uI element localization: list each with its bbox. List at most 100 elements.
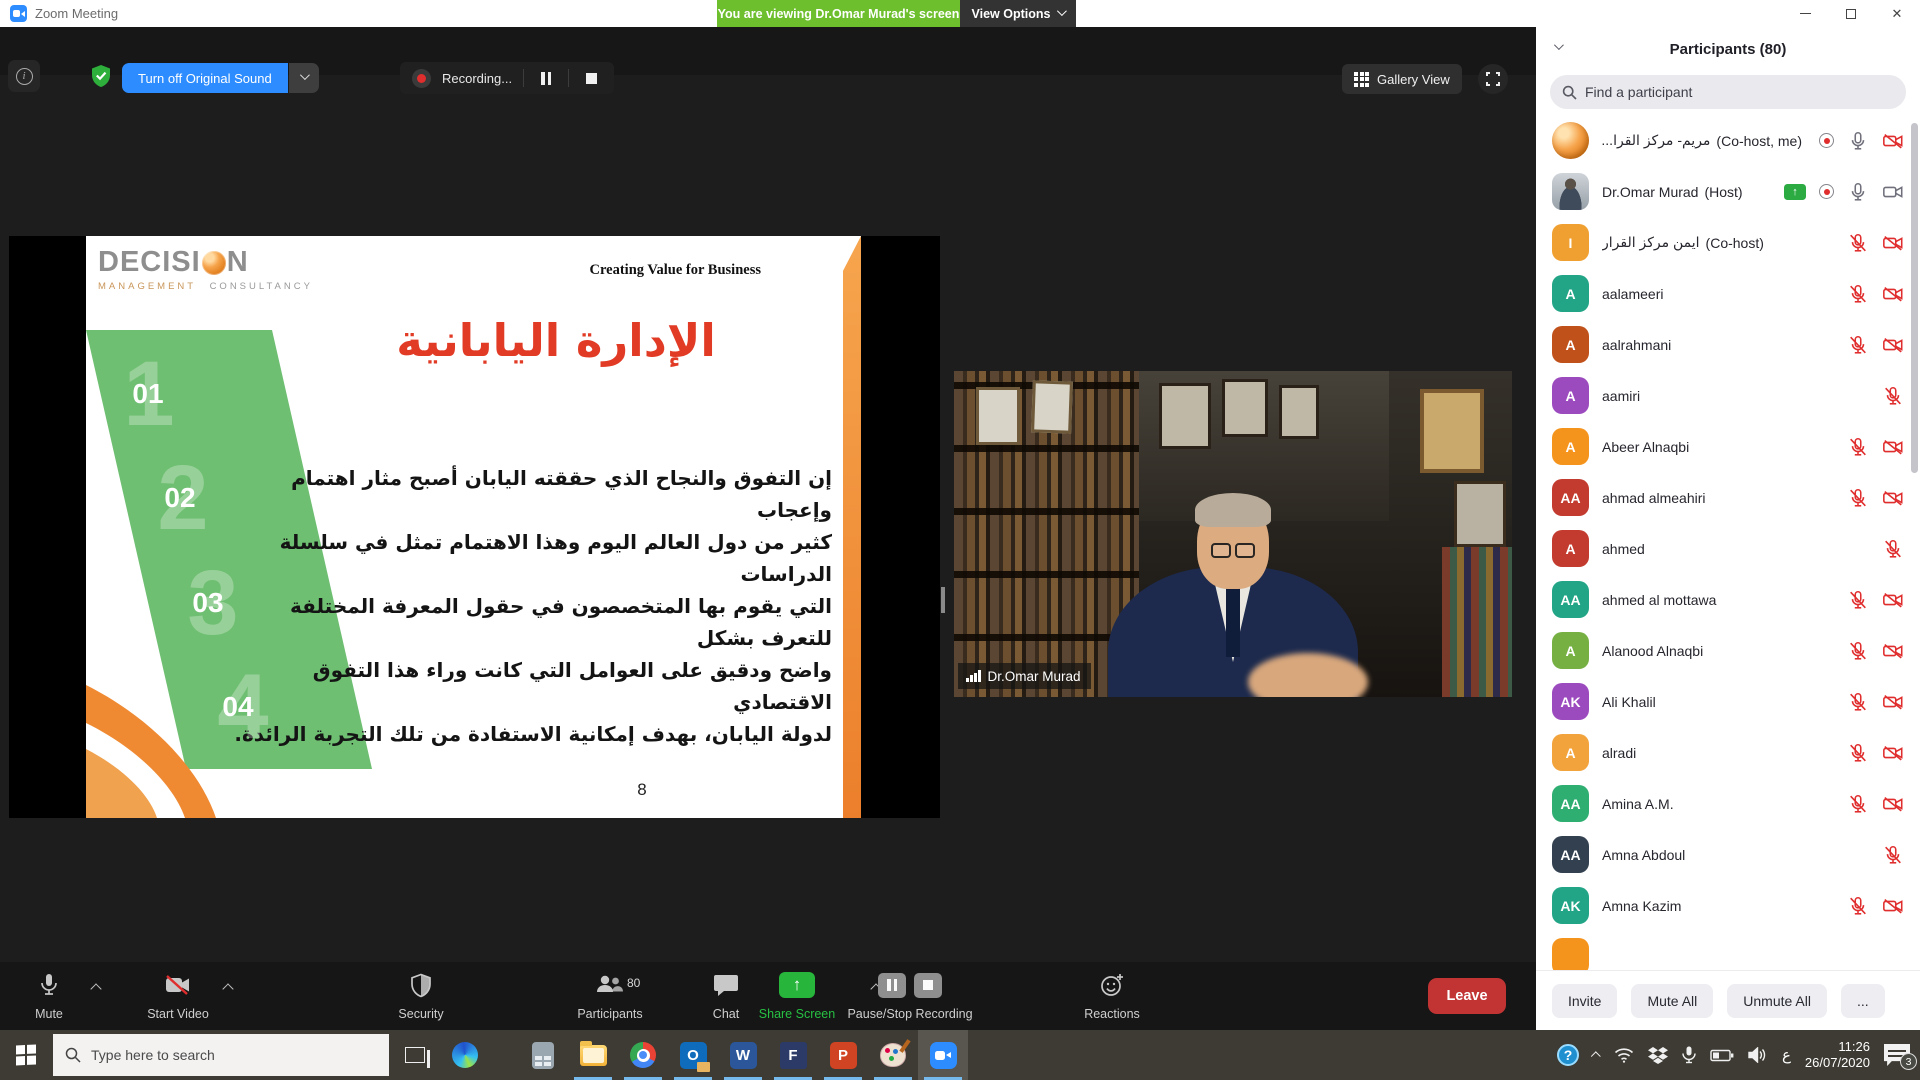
reactions-smiley-icon	[1099, 972, 1125, 998]
speaker-person	[1073, 487, 1393, 697]
reactions-button[interactable]: Reactions	[1072, 968, 1152, 1024]
start-video-button[interactable]: Start Video	[138, 968, 218, 1024]
taskbar-zoom[interactable]	[918, 1030, 968, 1080]
search-icon	[65, 1047, 81, 1063]
taskbar-chrome[interactable]	[618, 1030, 668, 1080]
tray-microphone-icon[interactable]	[1682, 1046, 1696, 1064]
participant-avatar: AK	[1552, 683, 1589, 720]
recording-indicator-icon	[1819, 133, 1834, 148]
encryption-button[interactable]	[84, 60, 118, 92]
mic-muted-icon	[1847, 334, 1869, 356]
mic-muted-icon	[1847, 895, 1869, 917]
original-sound-dropdown[interactable]	[289, 63, 319, 93]
participant-row[interactable]: A Abeer Alnaqbi	[1536, 421, 1920, 472]
turn-off-original-sound-button[interactable]: Turn off Original Sound	[122, 63, 288, 93]
mic-on-icon	[1847, 181, 1869, 203]
system-tray: ? ع 11:26 26/07/2020 3	[1557, 1030, 1920, 1080]
participant-row[interactable]	[1536, 931, 1920, 970]
presentation-slide-container: 1 2 3 4 01 02 03 04 DECISI	[9, 236, 940, 818]
participant-row[interactable]: A aalrahmani	[1536, 319, 1920, 370]
minimize-button[interactable]	[1782, 0, 1828, 27]
decision-logo: DECISI N MANAGEMENT CONSULTANCY	[98, 246, 313, 292]
participant-row[interactable]: I ايمن مركز القرار (Co-host)	[1536, 217, 1920, 268]
participant-row[interactable]: AA ahmed al mottawa	[1536, 574, 1920, 625]
collapse-panel-chevron-icon[interactable]	[1554, 40, 1564, 50]
taskbar-file-explorer[interactable]	[568, 1030, 618, 1080]
maximize-button[interactable]	[1828, 0, 1874, 27]
leave-button[interactable]: Leave	[1428, 978, 1506, 1014]
participant-row[interactable]: A aamiri	[1536, 370, 1920, 421]
participant-row[interactable]: AA ahmad almeahiri	[1536, 472, 1920, 523]
meeting-info-button[interactable]: i	[8, 60, 40, 92]
participant-row[interactable]: A Alanood Alnaqbi	[1536, 625, 1920, 676]
slide-title: الإدارة اليابانية	[346, 314, 766, 367]
taskbar-search-input[interactable]: Type here to search	[53, 1034, 389, 1076]
pause-recording-icon[interactable]	[878, 973, 906, 998]
battery-icon[interactable]	[1710, 1049, 1734, 1062]
video-options-caret[interactable]	[224, 980, 232, 998]
invite-button[interactable]: Invite	[1552, 984, 1617, 1018]
mic-muted-icon	[1847, 640, 1869, 662]
audio-options-caret[interactable]	[92, 980, 100, 998]
camera-off-icon	[1882, 487, 1904, 509]
participant-row[interactable]: ...مريم- مركز القرا (Co-host, me)	[1536, 115, 1920, 166]
language-indicator[interactable]: ع	[1782, 1046, 1791, 1064]
security-button[interactable]: Security	[388, 968, 454, 1024]
dropbox-icon[interactable]	[1648, 1046, 1668, 1064]
unmute-all-button[interactable]: Unmute All	[1727, 984, 1827, 1018]
mute-all-button[interactable]: Mute All	[1631, 984, 1713, 1018]
zoom-logo-icon	[10, 5, 27, 22]
participant-row[interactable]: AK Amna Kazim	[1536, 880, 1920, 931]
taskbar-paint[interactable]	[868, 1030, 918, 1080]
notification-center-button[interactable]: 3	[1884, 1044, 1910, 1066]
participant-name: Amina A.M.	[1602, 796, 1674, 812]
participant-row[interactable]: Dr.Omar Murad (Host) ↑	[1536, 166, 1920, 217]
participant-row[interactable]: AA Amna Abdoul	[1536, 829, 1920, 880]
stop-recording-icon[interactable]	[914, 973, 942, 998]
more-options-button[interactable]: ...	[1841, 984, 1885, 1018]
start-button[interactable]	[0, 1030, 52, 1080]
participant-row[interactable]: A aalameeri	[1536, 268, 1920, 319]
participant-name: aalrahmani	[1602, 337, 1671, 353]
participant-row[interactable]: A alradi	[1536, 727, 1920, 778]
mute-button[interactable]: Mute	[18, 968, 80, 1024]
taskbar-outlook[interactable]: O	[668, 1030, 718, 1080]
viewing-screen-banner: You are viewing Dr.Omar Murad's screen	[717, 0, 960, 27]
camera-off-icon	[1882, 691, 1904, 713]
participants-panel-footer: Invite Mute All Unmute All ...	[1536, 970, 1920, 1030]
pause-stop-recording-button[interactable]: Pause/Stop Recording	[830, 968, 990, 1024]
close-button[interactable]: ✕	[1874, 0, 1920, 27]
taskbar-clock[interactable]: 11:26 26/07/2020	[1805, 1039, 1870, 1071]
participant-row[interactable]: A ahmed	[1536, 523, 1920, 574]
shield-icon	[410, 972, 432, 998]
participant-avatar: AA	[1552, 479, 1589, 516]
help-icon[interactable]: ?	[1557, 1044, 1579, 1066]
pause-recording-button[interactable]	[535, 67, 557, 89]
recording-dot-icon	[412, 69, 431, 88]
tray-chevron-up-icon[interactable]	[1593, 1052, 1600, 1059]
participant-row[interactable]: AA Amina A.M.	[1536, 778, 1920, 829]
speaker-icon[interactable]	[1748, 1047, 1768, 1063]
participant-name: Abeer Alnaqbi	[1602, 439, 1689, 455]
taskbar-f-app[interactable]: F	[768, 1030, 818, 1080]
fullscreen-button[interactable]	[1478, 64, 1508, 94]
taskbar-calculator[interactable]	[518, 1030, 568, 1080]
stop-recording-button[interactable]	[580, 67, 602, 89]
view-options-button[interactable]: View Options	[960, 0, 1076, 27]
taskbar-powerpoint[interactable]: P	[818, 1030, 868, 1080]
taskbar-edge[interactable]	[440, 1030, 490, 1080]
panel-resize-handle[interactable]	[941, 587, 945, 613]
wifi-icon[interactable]	[1614, 1047, 1634, 1063]
participant-avatar: AA	[1552, 836, 1589, 873]
scrollbar-thumb[interactable]	[1911, 123, 1918, 473]
find-participant-input[interactable]: Find a participant	[1550, 75, 1906, 109]
speaker-video-thumbnail[interactable]: Dr.Omar Murad	[954, 371, 1512, 697]
task-view-button[interactable]	[390, 1030, 440, 1080]
participants-button[interactable]: 80 Participants	[566, 968, 654, 1024]
gallery-view-button[interactable]: Gallery View	[1342, 64, 1462, 94]
participant-row[interactable]: AK Ali Khalil	[1536, 676, 1920, 727]
camera-off-icon	[1882, 436, 1904, 458]
taskbar-word[interactable]: W	[718, 1030, 768, 1080]
participant-avatar	[1552, 173, 1589, 210]
participant-name: ahmad almeahiri	[1602, 490, 1706, 506]
